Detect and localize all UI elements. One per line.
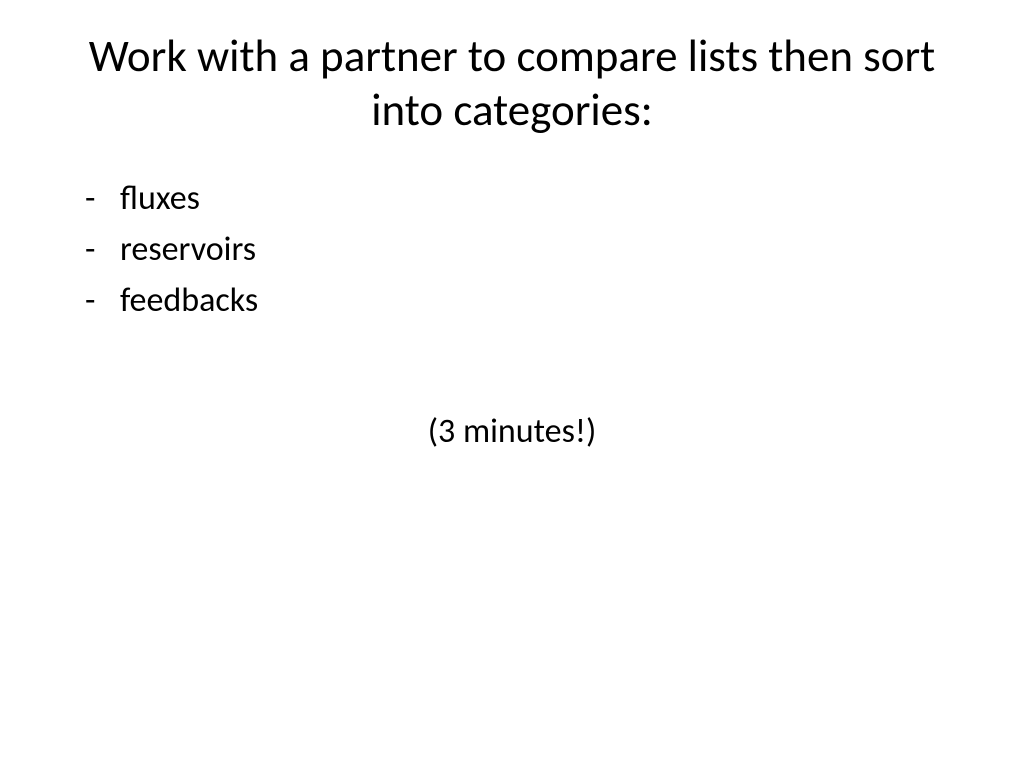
bullet-list: fluxes reservoirs feedbacks	[70, 173, 954, 326]
list-item: reservoirs	[85, 224, 954, 275]
list-item: feedbacks	[85, 275, 954, 326]
timer-text: (3 minutes!)	[70, 411, 954, 452]
slide-container: Work with a partner to compare lists the…	[0, 0, 1024, 768]
slide-title: Work with a partner to compare lists the…	[70, 30, 954, 138]
list-item: fluxes	[85, 173, 954, 224]
